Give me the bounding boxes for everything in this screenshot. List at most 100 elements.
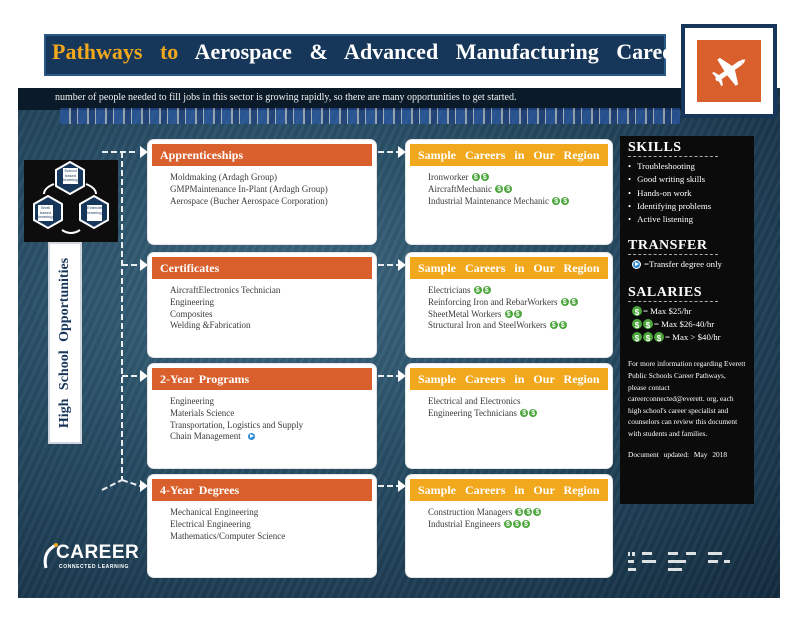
program-item: Materials Science	[170, 407, 235, 418]
dollar-coin-icon	[515, 507, 524, 519]
skill-item: Identifying problems	[628, 200, 754, 213]
transfer-legend-text: =Transfer degree only	[644, 259, 722, 270]
dollar-coin-icon	[480, 172, 489, 184]
career-name: Reinforcing Iron and RebarWorkers	[428, 296, 558, 307]
two-year-careers-card: Sample Careers in Our Region Electrical …	[406, 364, 612, 468]
dollar-coin-icon	[533, 507, 542, 519]
four-year-careers-card: Sample Careers in Our Region Constructio…	[406, 475, 612, 577]
career-item: Industrial Maintenance Mechanic	[428, 196, 606, 208]
salary-row: = Max $26-40/hr	[620, 318, 754, 332]
careers-heading: Sample Careers in Our Region	[410, 479, 608, 501]
salary-row: = Max > $40/hr	[620, 331, 754, 345]
career-item: Electrical and Electronics	[428, 396, 521, 406]
career-item: Reinforcing Iron and RebarWorkers	[428, 297, 606, 309]
info-sidebar: SKILLS Troubleshooting Good writing skil…	[620, 136, 754, 504]
dollar-coin-icon	[549, 320, 558, 332]
four-year-degrees-heading: 4-Year Degrees	[152, 479, 372, 501]
apprenticeships-heading: Apprenticeships	[152, 144, 372, 166]
salaries-heading: SALARIES	[628, 285, 703, 301]
transfer-icon	[632, 259, 641, 269]
dollar-coin-icon	[643, 332, 653, 345]
dollar-coin-icon	[569, 297, 578, 309]
skill-item: Troubleshooting	[628, 160, 754, 173]
apprenticeships-card: Apprenticeships Moldmaking (Ardagh Group…	[148, 140, 376, 244]
footer-fineprint-icon	[628, 552, 748, 585]
dollar-coin-icon	[561, 196, 570, 207]
logo-subtitle: CONNECTED LEARNING	[59, 564, 129, 570]
program-item: Electrical Engineering	[170, 518, 251, 529]
dollar-coin-icon	[504, 184, 513, 196]
program-item: AircraftElectronics Technician	[170, 285, 281, 295]
career-name: Structural Iron and SteelWorkers	[428, 320, 547, 331]
dollar-coin-icon	[632, 319, 642, 332]
dollar-coin-icon	[529, 408, 538, 420]
career-item: Structural Iron and SteelWorkers	[428, 320, 606, 332]
dollar-coin-icon	[654, 332, 664, 345]
transfer-icon	[246, 431, 256, 441]
career-connected-learning-logo: CAREER CONNECTED LEARNING	[40, 542, 140, 578]
program-item: Composites	[170, 308, 213, 319]
program-item: Engineering	[170, 296, 214, 307]
certificates-heading: Certificates	[152, 257, 372, 279]
salary-text: = Max $26-40/hr	[654, 319, 715, 330]
skills-heading: SKILLS	[628, 140, 682, 155]
program-item: Chain Management	[170, 431, 370, 443]
career-item: AircraftMechanic	[428, 184, 606, 196]
dollar-coin-icon	[632, 306, 642, 319]
dollar-coin-icon	[558, 320, 567, 332]
career-item: Construction Managers	[428, 507, 606, 519]
program-item: Moldmaking (Ardagh Group)	[170, 172, 277, 182]
dollar-coin-icon	[552, 196, 561, 207]
transfer-legend: =Transfer degree only	[620, 258, 754, 271]
career-name: Electricians	[428, 285, 471, 295]
program-item: Mathematics/Computer Science	[170, 530, 286, 541]
dollar-coin-icon	[471, 172, 480, 184]
skill-item: Good writing skills	[628, 173, 754, 186]
career-name: Industrial Maintenance Mechanic	[428, 195, 549, 206]
dollar-coin-icon	[473, 285, 482, 297]
career-name: AircraftMechanic	[428, 183, 492, 194]
careers-heading: Sample Careers in Our Region	[410, 368, 608, 390]
logo-word: CAREER	[56, 542, 140, 563]
two-year-programs-card: 2-Year Programs Engineering Materials Sc…	[148, 364, 376, 468]
skills-list: Troubleshooting Good writing skills Hand…	[620, 160, 754, 226]
salary-text: = Max > $40/hr	[665, 332, 721, 343]
program-item: Welding &Fabrication	[170, 320, 251, 331]
careers-heading: Sample Careers in Our Region	[410, 144, 608, 166]
contact-note: For more information regarding Everett P…	[628, 359, 746, 439]
two-year-programs-heading: 2-Year Programs	[152, 368, 372, 390]
apprenticeships-careers-card: Sample Careers in Our Region Ironworker …	[406, 140, 612, 244]
dollar-coin-icon	[504, 309, 513, 320]
dollar-coin-icon	[513, 309, 522, 320]
dollar-coin-icon	[495, 184, 504, 196]
career-name: Construction Managers	[428, 507, 513, 517]
skill-item: Active listening	[628, 213, 754, 226]
career-item: Electricians	[428, 285, 606, 297]
four-year-degrees-card: 4-Year Degrees Mechanical Engineering El…	[148, 475, 376, 577]
dollar-coin-icon	[643, 319, 653, 332]
certificates-careers-card: Sample Careers in Our Region Electrician…	[406, 253, 612, 357]
certificates-card: Certificates AircraftElectronics Technic…	[148, 253, 376, 357]
program-item: Transportation, Logistics and Supply	[170, 419, 304, 430]
transfer-heading: TRANSFER	[628, 238, 708, 254]
dollar-coin-icon	[560, 297, 569, 309]
program-item: Aerospace (Bucher Aerospace Corporation)	[170, 195, 328, 206]
career-item: Engineering Technicians	[428, 408, 606, 420]
program-item: Engineering	[170, 396, 214, 406]
dollar-coin-icon	[632, 332, 642, 345]
career-item: Ironworker	[428, 172, 606, 184]
dollar-coin-icon	[521, 519, 530, 531]
careers-heading: Sample Careers in Our Region	[410, 257, 608, 279]
dollar-coin-icon	[512, 519, 521, 531]
dollar-coin-icon	[520, 408, 529, 420]
program-name: Chain Management	[170, 431, 241, 442]
career-item: SheetMetal Workers	[428, 309, 606, 321]
program-item: Mechanical Engineering	[170, 507, 259, 517]
program-item: GMPMaintenance In-Plant (Ardagh Group)	[170, 183, 328, 194]
dollar-coin-icon	[482, 285, 491, 297]
career-item: Industrial Engineers	[428, 519, 606, 531]
career-name: SheetMetal Workers	[428, 308, 502, 319]
career-name: Engineering Technicians	[428, 407, 517, 418]
salary-text: = Max $25/hr	[643, 306, 692, 317]
document-updated: Document updated: May 2018	[628, 449, 728, 459]
